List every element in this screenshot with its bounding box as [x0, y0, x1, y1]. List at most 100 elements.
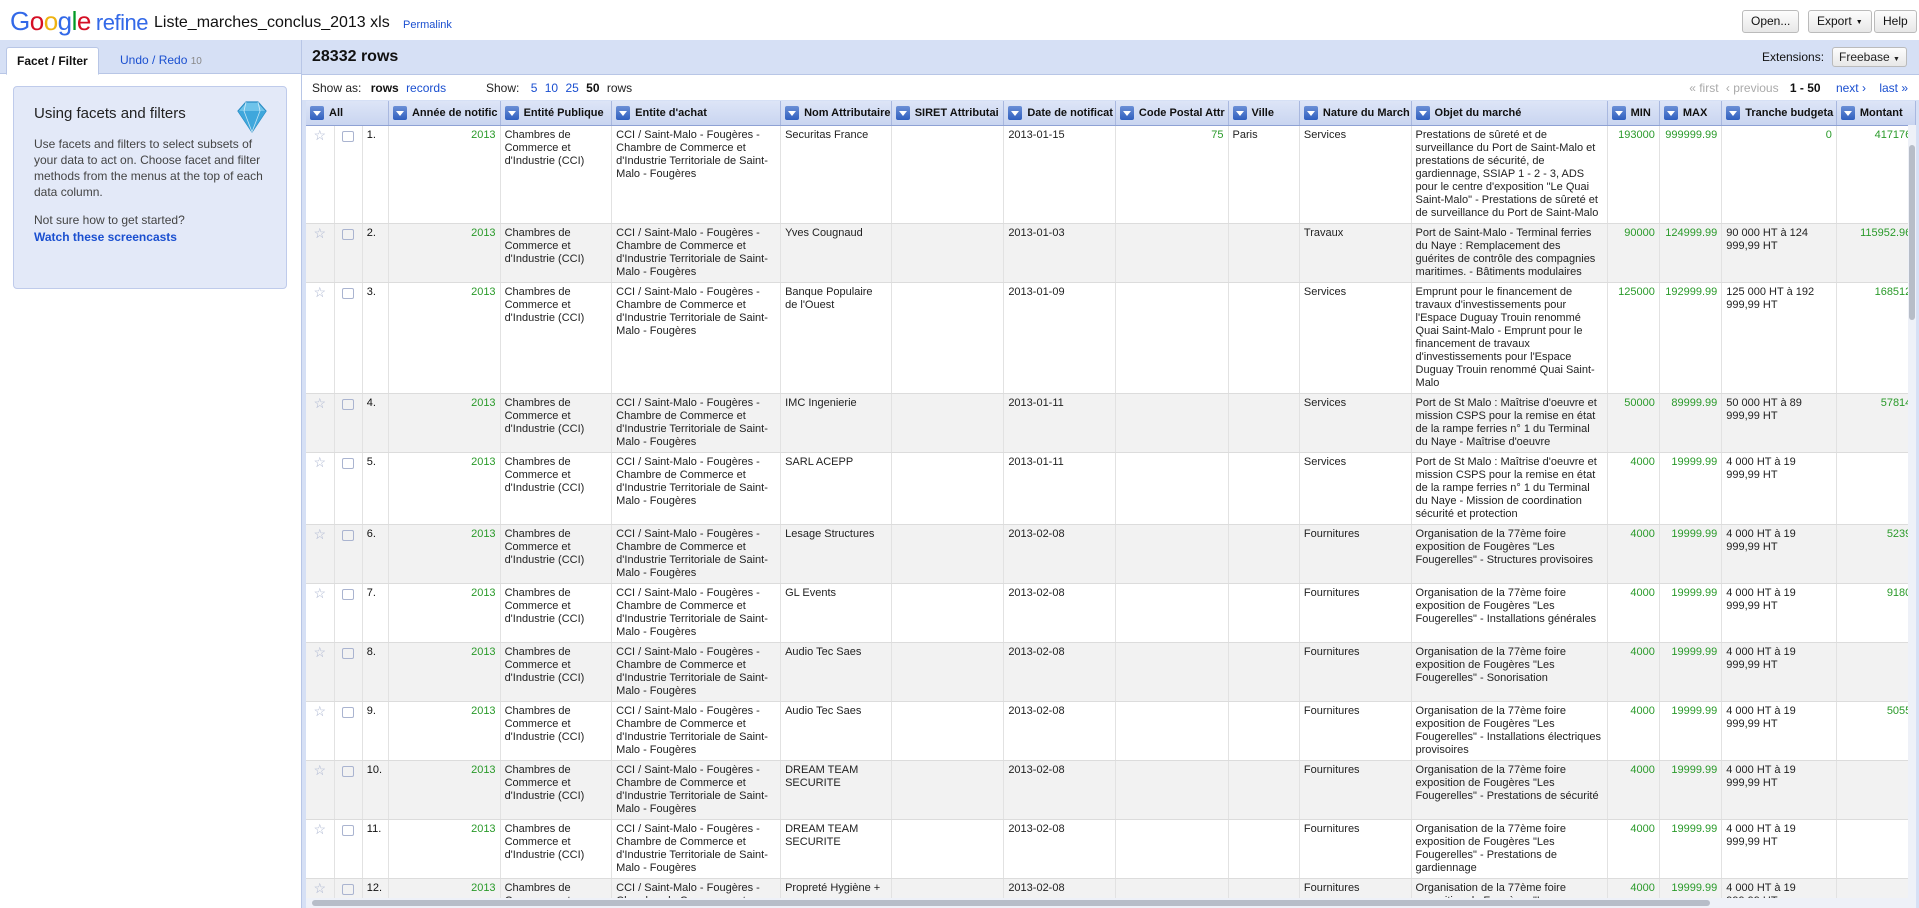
cell-objet[interactable]: Organisation de la 77ème foire expositio…	[1411, 878, 1608, 898]
cell-ville[interactable]: Paris	[1228, 125, 1300, 224]
cell-nom-attributaire[interactable]: DREAM TEAM SECURITE	[780, 819, 892, 879]
cell-nom-attributaire[interactable]: SARL ACEPP	[780, 452, 892, 525]
cell-code-postal[interactable]	[1115, 878, 1229, 898]
cell-max[interactable]: 19999.99	[1659, 878, 1723, 898]
column-menu-icon[interactable]	[1663, 105, 1678, 120]
page-size-5[interactable]: 5	[531, 81, 538, 95]
cell-annee[interactable]: 2013	[388, 125, 501, 224]
cell-nom-attributaire[interactable]: GL Events	[780, 583, 892, 643]
column-menu-icon[interactable]	[1726, 105, 1741, 120]
star-icon[interactable]: ☆	[314, 585, 327, 601]
cell-objet[interactable]: Organisation de la 77ème foire expositio…	[1411, 819, 1608, 879]
cell-date[interactable]: 2013-01-15	[1003, 125, 1116, 224]
help-button[interactable]: Help	[1874, 10, 1917, 33]
cell-montant[interactable]	[1836, 642, 1916, 702]
column-header-entite-achat[interactable]: Entite d'achat	[611, 101, 782, 126]
star-icon[interactable]: ☆	[314, 395, 327, 411]
flag-icon[interactable]	[342, 457, 355, 469]
cell-objet[interactable]: Port de Saint-Malo - Terminal ferries du…	[1411, 223, 1608, 283]
cell-code-postal[interactable]	[1115, 393, 1229, 453]
cell-entite-publique[interactable]: Chambres de Commerce et d'Industrie (CCI…	[500, 642, 613, 702]
tab-facet-filter[interactable]: Facet / Filter	[6, 47, 99, 75]
cell-entite-publique[interactable]: Chambres de Commerce et d'Industrie (CCI…	[500, 583, 613, 643]
cell-nature[interactable]: Travaux	[1299, 223, 1412, 283]
cell-nature[interactable]: Fournitures	[1299, 642, 1412, 702]
cell-nom-attributaire[interactable]: Banque Populaire de l'Ouest	[780, 282, 892, 394]
cell-ville[interactable]	[1228, 583, 1300, 643]
cell-min[interactable]: 4000	[1607, 819, 1660, 879]
cell-ville[interactable]	[1228, 819, 1300, 879]
cell-code-postal[interactable]	[1115, 642, 1229, 702]
cell-entite-publique[interactable]: Chambres de Commerce et d'Industrie (CCI…	[500, 819, 613, 879]
cell-nom-attributaire[interactable]: Propreté Hygiène +	[780, 878, 892, 898]
column-header-annee[interactable]: Année de notific	[388, 101, 501, 126]
column-menu-icon[interactable]	[785, 105, 800, 120]
flag-icon[interactable]	[342, 529, 355, 541]
cell-objet[interactable]: Organisation de la 77ème foire expositio…	[1411, 524, 1608, 584]
horizontal-scrollbar-thumb[interactable]	[312, 900, 1710, 906]
cell-min[interactable]: 193000	[1607, 125, 1660, 224]
cell-entite-publique[interactable]: Chambres de Commerce et d'Industrie (CCI…	[500, 125, 613, 224]
cell-nature[interactable]: Fournitures	[1299, 524, 1412, 584]
cell-objet[interactable]: Organisation de la 77ème foire expositio…	[1411, 583, 1608, 643]
column-header-montant[interactable]: Montant	[1836, 101, 1916, 126]
cell-annee[interactable]: 2013	[388, 642, 501, 702]
flag-icon[interactable]	[342, 588, 355, 600]
cell-min[interactable]: 4000	[1607, 583, 1660, 643]
column-menu-icon[interactable]	[1611, 105, 1626, 120]
cell-montant[interactable]: 115952.96	[1836, 223, 1916, 283]
cell-nature[interactable]: Fournitures	[1299, 583, 1412, 643]
pager-next[interactable]: next ›	[1836, 81, 1866, 95]
cell-nature[interactable]: Services	[1299, 282, 1412, 394]
cell-max[interactable]: 999999.99	[1659, 125, 1723, 224]
cell-entite-achat[interactable]: CCI / Saint-Malo - Fougères - Chambre de…	[611, 125, 782, 224]
cell-min[interactable]: 4000	[1607, 760, 1660, 820]
cell-nom-attributaire[interactable]: Yves Cougnaud	[780, 223, 892, 283]
cell-tranche[interactable]: 4 000 HT à 19 999,99 HT	[1721, 819, 1837, 879]
cell-entite-publique[interactable]: Chambres de Commerce et d'Industrie (CCI…	[500, 223, 613, 283]
column-header-min[interactable]: MIN	[1607, 101, 1660, 126]
cell-min[interactable]: 4000	[1607, 878, 1660, 898]
cell-montant[interactable]	[1836, 760, 1916, 820]
cell-tranche[interactable]: 4 000 HT à 19 999,99 HT	[1721, 452, 1837, 525]
cell-code-postal[interactable]: 75	[1115, 125, 1229, 224]
view-records-option[interactable]: records	[406, 81, 446, 95]
cell-max[interactable]: 19999.99	[1659, 701, 1723, 761]
cell-code-postal[interactable]	[1115, 282, 1229, 394]
star-icon[interactable]: ☆	[314, 821, 327, 837]
star-icon[interactable]: ☆	[314, 703, 327, 719]
cell-entite-achat[interactable]: CCI / Saint-Malo - Fougères - Chambre de…	[611, 452, 782, 525]
cell-nature[interactable]: Fournitures	[1299, 760, 1412, 820]
flag-icon[interactable]	[342, 130, 355, 142]
cell-date[interactable]: 2013-01-11	[1003, 452, 1116, 525]
cell-entite-publique[interactable]: Chambres de Commerce et d'Industrie (CCI…	[500, 452, 613, 525]
column-header-nature[interactable]: Nature du March	[1299, 101, 1412, 126]
permalink-link[interactable]: Permalink	[403, 19, 452, 31]
flag-icon[interactable]	[342, 647, 355, 659]
cell-objet[interactable]: Organisation de la 77ème foire expositio…	[1411, 701, 1608, 761]
column-header-ville[interactable]: Ville	[1228, 101, 1300, 126]
cell-code-postal[interactable]	[1115, 583, 1229, 643]
flag-icon[interactable]	[342, 706, 355, 718]
cell-montant[interactable]: 57814	[1836, 393, 1916, 453]
cell-objet[interactable]: Prestations de sûreté et de surveillance…	[1411, 125, 1608, 224]
cell-nature[interactable]: Services	[1299, 125, 1412, 224]
cell-annee[interactable]: 2013	[388, 760, 501, 820]
cell-montant[interactable]: 5055	[1836, 701, 1916, 761]
cell-date[interactable]: 2013-02-08	[1003, 878, 1116, 898]
cell-tranche[interactable]: 4 000 HT à 19 999,99 HT	[1721, 642, 1837, 702]
cell-objet[interactable]: Port de St Malo : Maîtrise d'oeuvre et m…	[1411, 452, 1608, 525]
pager-last[interactable]: last »	[1879, 81, 1908, 95]
cell-ville[interactable]	[1228, 642, 1300, 702]
cell-montant[interactable]	[1836, 819, 1916, 879]
cell-nature[interactable]: Services	[1299, 452, 1412, 525]
cell-siret[interactable]	[891, 760, 1005, 820]
cell-entite-achat[interactable]: CCI / Saint-Malo - Fougères - Chambre de…	[611, 524, 782, 584]
column-menu-icon[interactable]	[1008, 105, 1023, 120]
cell-siret[interactable]	[891, 282, 1005, 394]
cell-entite-achat[interactable]: CCI / Saint-Malo - Fougères - Chambre de…	[611, 760, 782, 820]
cell-siret[interactable]	[891, 701, 1005, 761]
column-header-entite-publique[interactable]: Entité Publique	[500, 101, 613, 126]
cell-max[interactable]: 19999.99	[1659, 642, 1723, 702]
column-menu-icon[interactable]	[504, 105, 519, 120]
